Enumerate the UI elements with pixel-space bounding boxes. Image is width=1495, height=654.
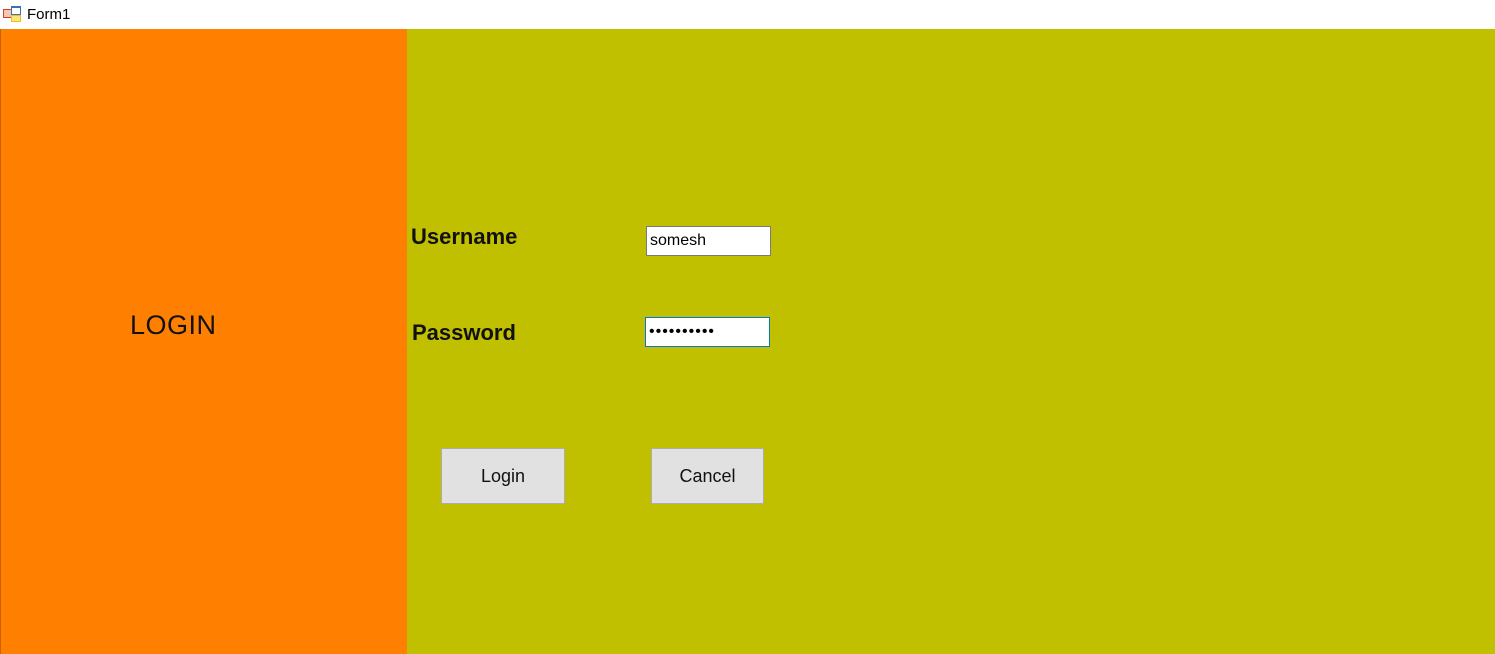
login-window: Form1 LOGIN Username Password Login Canc… <box>0 0 1495 654</box>
app-icon <box>3 6 21 22</box>
login-form-panel <box>407 29 1495 654</box>
title-bar[interactable]: Form1 <box>0 0 1495 29</box>
cancel-button[interactable]: Cancel <box>651 448 764 504</box>
login-banner-panel <box>0 29 407 654</box>
login-button[interactable]: Login <box>441 448 565 504</box>
username-input[interactable] <box>646 226 771 256</box>
password-input[interactable] <box>645 317 770 347</box>
login-heading: LOGIN <box>130 310 217 340</box>
username-label: Username <box>411 224 518 249</box>
password-label: Password <box>412 320 516 345</box>
window-title: Form1 <box>27 6 71 23</box>
